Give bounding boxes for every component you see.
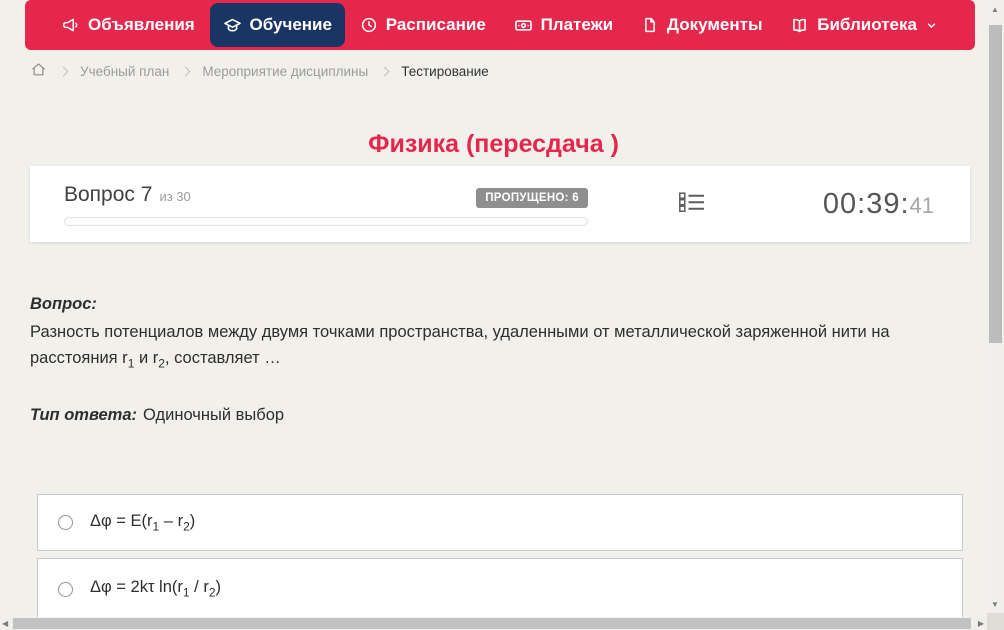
document-icon xyxy=(641,16,659,34)
radio-button[interactable] xyxy=(58,515,73,530)
quiz-header-card: Вопрос 7 из 30 ПРОПУЩЕНО: 6 00:39: 41 xyxy=(30,166,970,242)
home-icon[interactable] xyxy=(30,61,47,81)
graduation-cap-icon xyxy=(223,16,242,35)
nav-item-label: Объявления xyxy=(88,15,195,34)
answer-type-line: Тип ответа: Одиночный выбор xyxy=(30,406,284,425)
book-icon xyxy=(790,16,809,35)
nav-item-label: Библиотека xyxy=(817,15,917,34)
nav-item-label: Расписание xyxy=(385,15,486,34)
horizontal-scrollbar-thumb[interactable] xyxy=(13,618,971,629)
question-label: Вопрос: xyxy=(30,295,97,313)
skipped-badge: ПРОПУЩЕНО: 6 xyxy=(476,187,588,208)
quiz-progress-bar xyxy=(64,216,588,226)
nav-item-learning[interactable]: Обучение xyxy=(209,3,345,47)
breadcrumb: Учебный план Мероприятие дисциплины Тест… xyxy=(30,61,489,81)
breadcrumb-separator xyxy=(379,66,390,77)
quiz-progress-block: Вопрос 7 из 30 ПРОПУЩЕНО: 6 xyxy=(64,183,588,226)
horizontal-scrollbar[interactable]: ◀ ▶ xyxy=(0,617,987,630)
radio-button[interactable] xyxy=(58,581,73,597)
breadcrumb-separator xyxy=(58,66,69,77)
question-total: из 30 xyxy=(159,188,191,204)
breadcrumb-link-curriculum[interactable]: Учебный план xyxy=(80,64,169,79)
answer-formula: Δφ = 2kτ ln(r1 / r2) xyxy=(90,578,222,600)
question-list-icon xyxy=(678,190,706,219)
scroll-up-arrow-icon[interactable]: ▲ xyxy=(991,6,999,14)
timer-hours-minutes: 00:39: xyxy=(822,187,910,220)
answer-formula: Δφ = E(r1 – r2) xyxy=(90,511,196,534)
nav-item-label: Платежи xyxy=(540,15,614,34)
page-content: Объявления Обучение Расписание Платежи Д… xyxy=(0,0,987,617)
question-text: Разность потенциалов между двумя точками… xyxy=(30,323,890,371)
nav-item-payments[interactable]: Платежи xyxy=(501,3,627,47)
nav-item-library[interactable]: Библиотека xyxy=(777,3,951,47)
breadcrumb-separator xyxy=(180,66,191,77)
testing-page: Объявления Обучение Расписание Платежи Д… xyxy=(0,0,1004,630)
nav-item-label: Документы xyxy=(666,15,763,34)
clock-icon xyxy=(360,16,378,34)
chevron-down-icon xyxy=(925,19,938,32)
banknote-icon xyxy=(514,16,533,35)
scroll-down-arrow-icon[interactable]: ▼ xyxy=(991,601,999,609)
answer-options: Δφ = E(r1 – r2) Δφ = 2kτ ln(r1 / r2) xyxy=(37,494,963,617)
scrollbar-corner xyxy=(987,613,1004,630)
nav-item-schedule[interactable]: Расписание xyxy=(347,3,499,47)
scroll-right-arrow-icon[interactable]: ▶ xyxy=(978,620,984,628)
question-list-button[interactable] xyxy=(678,190,706,219)
nav-item-announcements[interactable]: Объявления xyxy=(49,3,208,47)
timer-seconds: 41 xyxy=(909,192,934,218)
vertical-scrollbar[interactable]: ▲ ▼ xyxy=(987,0,1004,613)
page-title: Физика (пересдача ) xyxy=(368,129,619,158)
scroll-left-arrow-icon[interactable]: ◀ xyxy=(2,620,8,628)
question-block: Вопрос: Разность потенциалов между двумя… xyxy=(30,291,963,376)
main-nav: Объявления Обучение Расписание Платежи Д… xyxy=(25,0,975,50)
breadcrumb-link-discipline-event[interactable]: Мероприятие дисциплины xyxy=(202,64,368,79)
answer-option-1[interactable]: Δφ = E(r1 – r2) xyxy=(37,494,963,551)
timer: 00:39: 41 xyxy=(823,188,934,221)
answer-option-2[interactable]: Δφ = 2kτ ln(r1 / r2) xyxy=(37,558,963,617)
nav-item-label: Обучение xyxy=(249,15,332,34)
answer-type-value: Одиночный выбор xyxy=(143,406,285,424)
answer-type-label: Тип ответа: xyxy=(30,406,138,424)
breadcrumb-current: Тестирование xyxy=(401,63,489,79)
megaphone-icon xyxy=(62,16,80,34)
nav-item-documents[interactable]: Документы xyxy=(628,3,776,47)
question-number: Вопрос 7 xyxy=(64,182,153,206)
vertical-scrollbar-thumb[interactable] xyxy=(989,25,1002,343)
